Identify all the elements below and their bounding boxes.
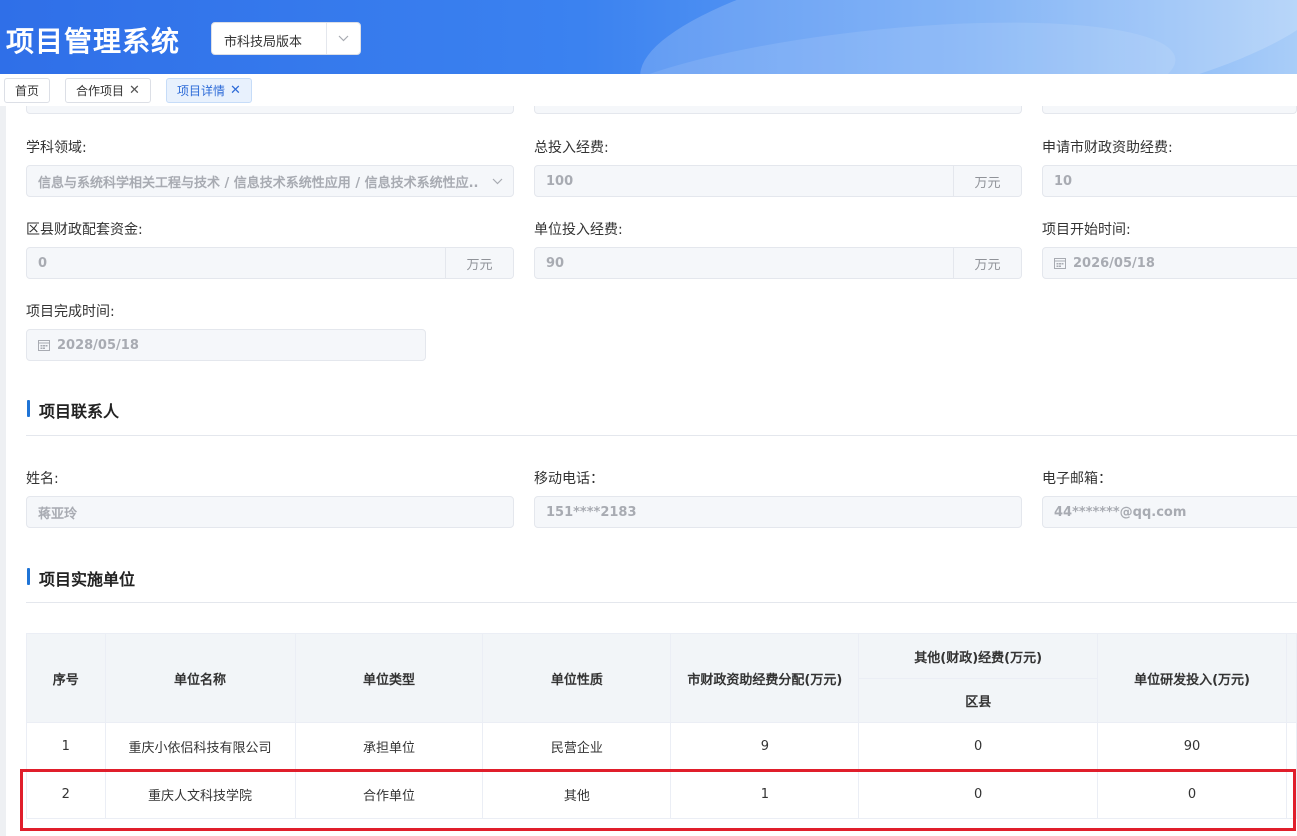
cell-county: 0 bbox=[858, 722, 1099, 771]
cell-overflow bbox=[1286, 722, 1297, 771]
start-date-label: 项目开始时间: bbox=[1042, 222, 1131, 238]
table-row[interactable]: 1 重庆小依侣科技有限公司 承担单位 民营企业 9 0 90 bbox=[26, 722, 1297, 771]
contact-section-title: 项目联系人 bbox=[27, 398, 119, 422]
header-city-allocation: 市财政资助经费分配(万元) bbox=[670, 633, 860, 723]
header-unit-name: 单位名称 bbox=[104, 633, 296, 723]
section-divider bbox=[26, 435, 1297, 436]
header-unit-type: 单位类型 bbox=[294, 633, 484, 723]
tab-project-details[interactable]: 项目详情 ✕ bbox=[166, 78, 252, 103]
county-matching-value: 0 bbox=[38, 255, 48, 271]
calendar-icon bbox=[1054, 258, 1066, 269]
end-date-label: 项目完成时间: bbox=[26, 304, 115, 320]
version-select[interactable]: 市科技局版本 bbox=[211, 22, 361, 55]
contact-email-value: 44*******@qq.com bbox=[1054, 504, 1187, 520]
tab-label: 首页 bbox=[15, 84, 40, 98]
header-overflow bbox=[1286, 633, 1297, 723]
section-divider bbox=[26, 602, 1297, 603]
total-investment-unit: 万元 bbox=[953, 166, 1021, 196]
cell-city-allocation: 9 bbox=[670, 722, 860, 771]
tab-bar: 首页 合作项目 ✕ 项目详情 ✕ bbox=[0, 74, 1297, 106]
end-date-picker[interactable]: 2028/05/18 bbox=[26, 329, 426, 361]
city-funding-label: 申请市财政资助经费: bbox=[1042, 140, 1173, 156]
discipline-label: 学科领域: bbox=[26, 140, 87, 156]
header-seq: 序号 bbox=[26, 633, 106, 723]
cell-seq: 1 bbox=[26, 722, 106, 771]
left-gutter bbox=[0, 106, 6, 836]
contact-name-value: 蒋亚玲 bbox=[38, 506, 78, 522]
discipline-value: 信息与系统科学相关工程与技术 / 信息技术系统性应用 / 信息技术系统性应... bbox=[38, 175, 478, 191]
county-matching-unit: 万元 bbox=[445, 248, 513, 278]
discipline-select[interactable]: 信息与系统科学相关工程与技术 / 信息技术系统性应用 / 信息技术系统性应... bbox=[26, 165, 514, 197]
contact-mobile-value: 151****2183 bbox=[546, 504, 637, 520]
header-unit-nature: 单位性质 bbox=[482, 633, 672, 723]
end-date-value: 2028/05/18 bbox=[57, 337, 139, 353]
cell-rd-investment: 90 bbox=[1097, 722, 1287, 771]
unit-investment-unit: 万元 bbox=[953, 248, 1021, 278]
header-rd-investment: 单位研发投入(万元) bbox=[1097, 633, 1287, 723]
cell-unit-type: 承担单位 bbox=[294, 722, 484, 771]
start-date-value: 2026/05/18 bbox=[1073, 255, 1155, 271]
app-title: 项目管理系统 bbox=[6, 25, 181, 58]
unit-investment-value: 90 bbox=[546, 255, 565, 271]
close-icon[interactable]: ✕ bbox=[129, 83, 140, 98]
contact-email-label: 电子邮箱： bbox=[1042, 471, 1112, 487]
start-date-picker[interactable]: 2026/05/18 bbox=[1042, 247, 1297, 279]
tab-label: 项目详情 bbox=[177, 84, 226, 98]
contact-mobile-label: 移动电话： bbox=[534, 471, 604, 487]
chevron-down-icon bbox=[492, 178, 503, 185]
contact-mobile-input[interactable]: 151****2183 bbox=[534, 496, 1022, 528]
close-icon[interactable]: ✕ bbox=[230, 83, 241, 98]
city-funding-value: 10 bbox=[1054, 173, 1073, 189]
cell-unit-name: 重庆小依侣科技有限公司 bbox=[104, 722, 296, 771]
row-highlight-box bbox=[20, 769, 1296, 831]
total-investment-value: 100 bbox=[546, 173, 574, 189]
county-matching-input[interactable]: 0 万元 bbox=[26, 247, 514, 279]
tab-cooperation-projects[interactable]: 合作项目 ✕ bbox=[65, 78, 151, 103]
header-other-funding: 其他(财政)经费(万元) bbox=[858, 633, 1099, 679]
field-partial bbox=[534, 106, 1022, 114]
tab-label: 合作项目 bbox=[76, 84, 125, 98]
header-county: 区县 bbox=[858, 678, 1099, 723]
contact-name-input[interactable]: 蒋亚玲 bbox=[26, 496, 514, 528]
calendar-icon bbox=[38, 340, 50, 351]
units-section-title: 项目实施单位 bbox=[27, 566, 135, 590]
cell-unit-nature: 民营企业 bbox=[482, 722, 672, 771]
tab-home[interactable]: 首页 bbox=[4, 78, 51, 103]
contact-email-input[interactable]: 44*******@qq.com bbox=[1042, 496, 1297, 528]
unit-investment-label: 单位投入经费: bbox=[534, 222, 623, 238]
chevron-down-icon[interactable] bbox=[326, 23, 360, 54]
contact-name-label: 姓名: bbox=[26, 471, 59, 487]
version-select-value: 市科技局版本 bbox=[224, 35, 303, 50]
total-investment-input[interactable]: 100 万元 bbox=[534, 165, 1022, 197]
field-partial bbox=[1042, 106, 1297, 114]
total-investment-label: 总投入经费: bbox=[534, 140, 609, 156]
city-funding-input[interactable]: 10 bbox=[1042, 165, 1297, 197]
field-partial bbox=[26, 106, 514, 114]
unit-investment-input[interactable]: 90 万元 bbox=[534, 247, 1022, 279]
app-header: 项目管理系统 市科技局版本 bbox=[0, 0, 1297, 74]
county-matching-label: 区县财政配套资金: bbox=[26, 222, 143, 238]
